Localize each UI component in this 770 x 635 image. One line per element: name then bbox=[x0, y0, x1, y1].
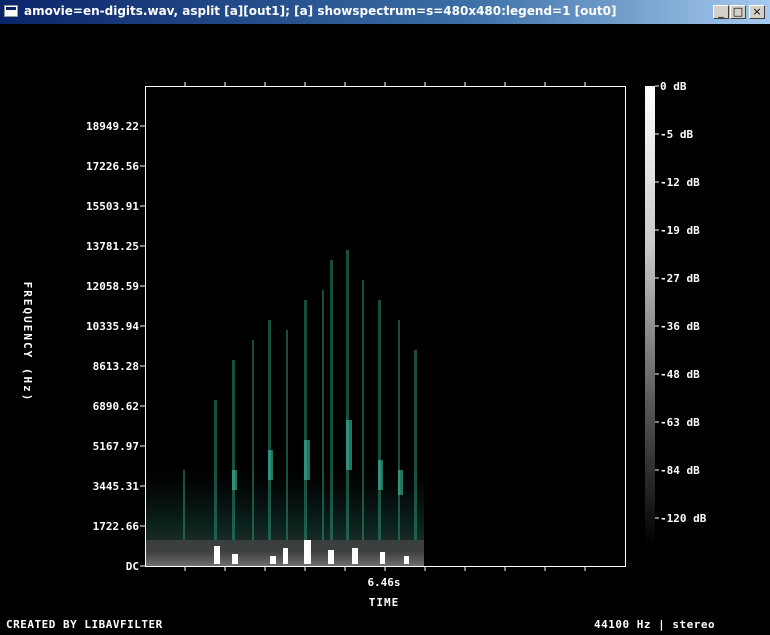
db-scale-ticks bbox=[655, 85, 659, 519]
footer-audio-info: 44100 Hz | stereo bbox=[594, 618, 716, 631]
y-axis-label: FREQUENCY (Hz) bbox=[21, 282, 34, 403]
minimize-button[interactable]: _ bbox=[713, 5, 729, 19]
x-axis-label: TIME bbox=[369, 596, 400, 609]
title-bar[interactable]: amovie=en-digits.wav, asplit [a][out1]; … bbox=[0, 0, 770, 24]
freq-tick-label: 18949.22 bbox=[86, 120, 139, 133]
maximize-button[interactable]: □ bbox=[730, 5, 746, 19]
db-scale-label: 0 dB bbox=[660, 80, 687, 93]
spectrum-display: 18949.22 17226.56 15503.91 13781.25 1205… bbox=[21, 80, 707, 609]
freq-tick-label: DC bbox=[126, 560, 139, 573]
db-scale-label: -63 dB bbox=[660, 416, 700, 429]
frequency-ticks bbox=[140, 125, 145, 567]
db-scale-label: -5 dB bbox=[660, 128, 693, 141]
frequency-tick-labels: 18949.22 17226.56 15503.91 13781.25 1205… bbox=[86, 120, 139, 573]
window-icon[interactable] bbox=[4, 5, 18, 17]
freq-tick-label: 17226.56 bbox=[86, 160, 139, 173]
freq-tick-label: 5167.97 bbox=[93, 440, 139, 453]
db-color-bar bbox=[645, 86, 655, 546]
freq-tick-label: 10335.94 bbox=[86, 320, 139, 333]
freq-tick-label: 13781.25 bbox=[86, 240, 139, 253]
spectrum-window: amovie=en-digits.wav, asplit [a][out1]; … bbox=[0, 0, 770, 635]
db-scale-label: -36 dB bbox=[660, 320, 700, 333]
window-title: amovie=en-digits.wav, asplit [a][out1]; … bbox=[24, 4, 617, 18]
db-scale-label: -48 dB bbox=[660, 368, 700, 381]
db-scale-label: -12 dB bbox=[660, 176, 700, 189]
freq-tick-label: 12058.59 bbox=[86, 280, 139, 293]
freq-tick-label: 15503.91 bbox=[86, 200, 139, 213]
freq-tick-label: 6890.62 bbox=[93, 400, 139, 413]
footer-credit: CREATED BY LIBAVFILTER bbox=[6, 618, 163, 631]
db-scale-labels: 0 dB -5 dB -12 dB -19 dB -27 dB -36 dB -… bbox=[660, 80, 707, 525]
close-button[interactable]: × bbox=[749, 5, 765, 19]
db-scale-label: -120 dB bbox=[660, 512, 707, 525]
db-scale-label: -27 dB bbox=[660, 272, 700, 285]
freq-tick-label: 3445.31 bbox=[93, 480, 140, 493]
db-scale-label: -19 dB bbox=[660, 224, 700, 237]
freq-tick-label: 8613.28 bbox=[93, 360, 139, 373]
db-scale-label: -84 dB bbox=[660, 464, 700, 477]
freq-tick-label: 1722.66 bbox=[93, 520, 140, 533]
time-tick-label: 6.46s bbox=[367, 576, 400, 589]
